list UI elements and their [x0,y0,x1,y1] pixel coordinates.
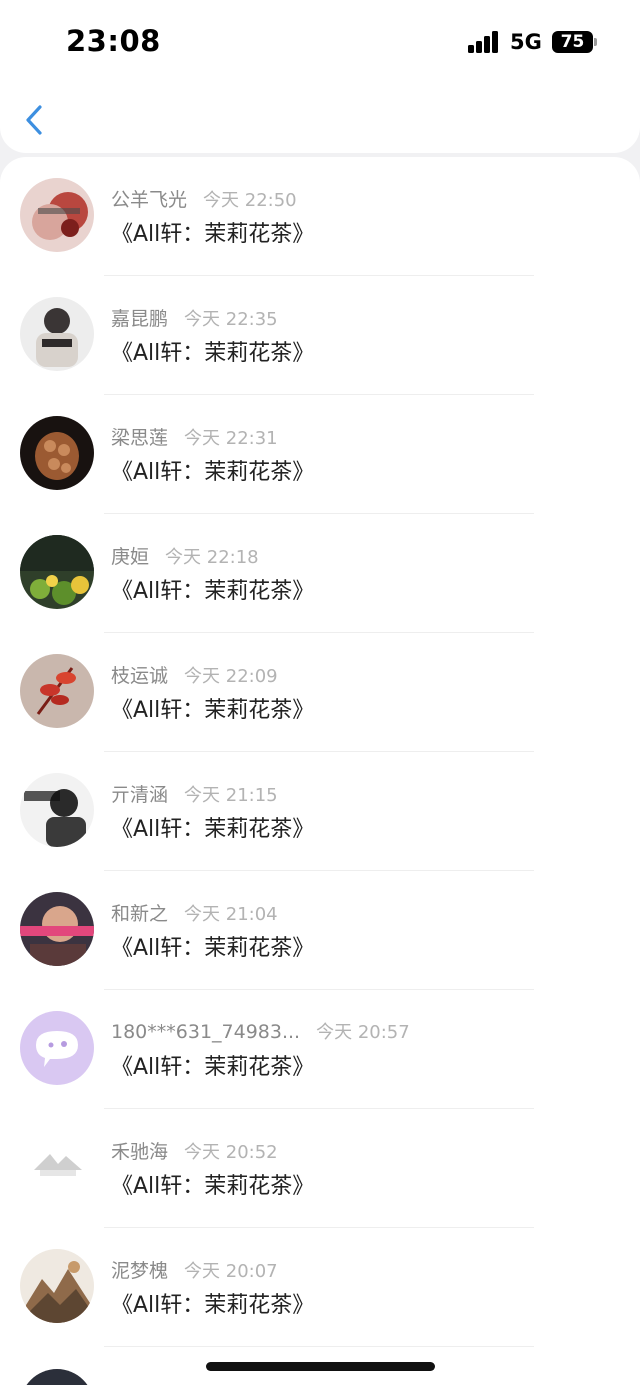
network-label: 5G [510,30,542,54]
comment-time: 今天 22:31 [184,428,278,449]
list-item[interactable]: 泥梦槐 今天 20:07 《All轩：茉莉花茶》 [0,1228,640,1347]
avatar[interactable] [20,654,94,728]
list-item[interactable]: 180***631_74983... 今天 20:57 《All轩：茉莉花茶》 [0,990,640,1109]
comment-text: 《All轩：茉莉花茶》 [111,698,315,723]
comment-text: 《All轩：茉莉花茶》 [111,341,315,366]
comment-time: 今天 21:15 [184,785,278,806]
comment-time: 今天 22:50 [203,190,297,211]
comment-text: 《All轩：茉莉花茶》 [111,936,315,961]
list-item[interactable]: 庚姮 今天 22:18 《All轩：茉莉花茶》 [0,514,640,633]
comment-author: 180***631_74983... 今天 20:57 [111,1021,410,1043]
comment-time: 今天 20:52 [184,1142,278,1163]
comment-text: 《All轩：茉莉花茶》 [111,222,315,247]
avatar[interactable] [20,1130,94,1204]
comment-time: 今天 22:18 [165,547,259,568]
comment-author: 泥梦槐 今天 20:07 [111,1260,278,1282]
comment-text: 《All轩：茉莉花茶》 [111,817,315,842]
home-indicator [206,1362,435,1371]
comment-author: 枝运诚 今天 22:09 [111,665,278,687]
comment-author: 庚姮 今天 22:18 [111,546,259,568]
comment-text: 《All轩：茉莉花茶》 [111,460,315,485]
avatar[interactable] [20,892,94,966]
list-item[interactable]: 嘉昆鹏 今天 22:35 《All轩：茉莉花茶》 [0,276,640,395]
list-item[interactable]: 禾驰海 今天 20:52 《All轩：茉莉花茶》 [0,1109,640,1228]
avatar[interactable] [20,1011,94,1085]
battery-level: 75 [560,32,585,52]
avatar[interactable] [20,178,94,252]
comment-text: 《All轩：茉莉花茶》 [111,1293,315,1318]
comment-author: 公羊飞光 今天 22:50 [111,189,297,211]
list-item[interactable]: 公羊飞光 今天 22:50 《All轩：茉莉花茶》 [0,157,640,276]
avatar[interactable] [20,1249,94,1323]
back-button[interactable] [18,98,54,142]
status-time: 23:08 [66,24,161,58]
divider [104,1346,534,1347]
avatar[interactable] [20,773,94,847]
comment-list: 公羊飞光 今天 22:50 《All轩：茉莉花茶》 嘉昆鹏 今天 22:35 《Al… [0,157,640,1385]
comment-text: 《All轩：茉莉花茶》 [111,1055,315,1080]
comment-author: 和新之 今天 21:04 [111,903,278,925]
list-item[interactable]: 梁思莲 今天 22:31 《All轩：茉莉花茶》 [0,395,640,514]
battery-icon: 75 [552,31,593,53]
avatar[interactable] [20,297,94,371]
comment-time: 今天 20:07 [184,1261,278,1282]
comment-author: 嘉昆鹏 今天 22:35 [111,308,278,330]
screen: 23:08 5G 75 公羊飞光 今天 22:50 《All轩：茉莉花茶》 嘉昆… [0,0,640,1385]
comment-author: 亓清涵 今天 21:15 [111,784,278,806]
top-bar: 23:08 5G 75 [0,0,640,153]
comment-text: 《All轩：茉莉花茶》 [111,579,315,604]
comment-time: 今天 21:04 [184,904,278,925]
list-item[interactable]: 亓清涵 今天 21:15 《All轩：茉莉花茶》 [0,752,640,871]
avatar[interactable] [20,416,94,490]
battery-tip [594,38,597,46]
comment-author: 梁思莲 今天 22:31 [111,427,278,449]
list-item[interactable]: 枝运诚 今天 22:09 《All轩：茉莉花茶》 [0,633,640,752]
comment-time: 今天 22:35 [184,309,278,330]
avatar[interactable] [20,535,94,609]
comment-text: 《All轩：茉莉花茶》 [111,1174,315,1199]
list-item[interactable]: 和新之 今天 21:04 《All轩：茉莉花茶》 [0,871,640,990]
avatar-partial[interactable] [20,1369,94,1385]
comment-author: 禾驰海 今天 20:52 [111,1141,278,1163]
comment-time: 今天 22:09 [184,666,278,687]
signal-icon [468,31,500,53]
chevron-left-icon [26,105,42,135]
comment-time: 今天 20:57 [316,1022,410,1043]
